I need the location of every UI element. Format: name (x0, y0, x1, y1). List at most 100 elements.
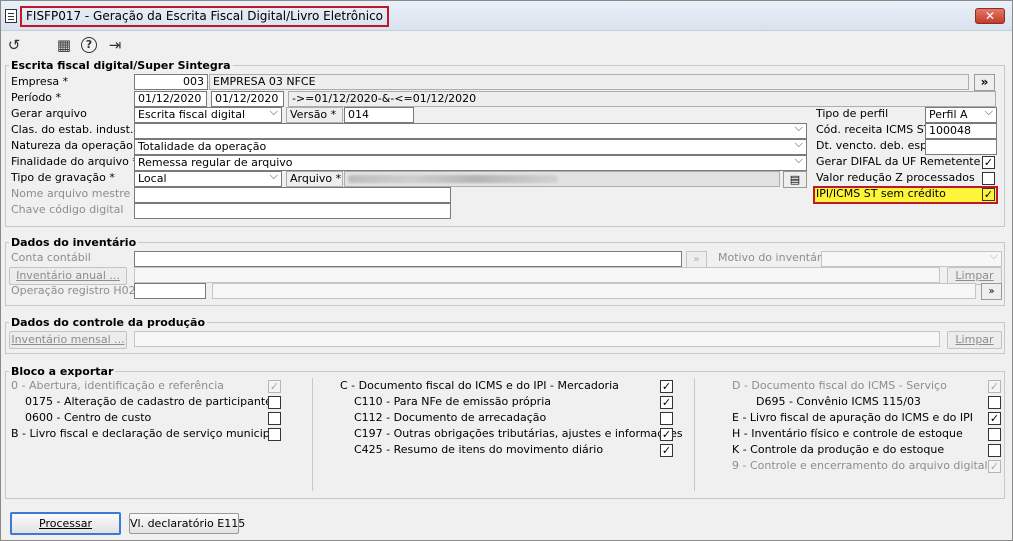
conta-contabil-input[interactable] (134, 251, 682, 267)
empresa-label: Empresa * (11, 75, 69, 88)
dt-vencto-label: Dt. vencto. deb. esp. (816, 139, 931, 152)
bloco-c-label: C - Documento fiscal do ICMS e do IPI - … (340, 379, 619, 392)
ipi-icms-label: IPI/ICMS ST sem crédito (816, 187, 946, 200)
tipo-perfil-label: Tipo de perfil (816, 107, 889, 120)
periodo-from-input[interactable]: 01/12/2020 (134, 91, 207, 107)
gerar-arquivo-select[interactable]: Escrita fiscal digital (134, 107, 282, 123)
valor-reducao-label: Valor redução Z processados (816, 171, 975, 184)
operacao-h020-desc (212, 283, 976, 299)
empresa-code-input[interactable]: 003 (134, 74, 208, 90)
nome-mestre-input[interactable] (134, 187, 451, 203)
processar-button[interactable]: Processar (10, 512, 121, 535)
close-button[interactable]: ✕ (975, 8, 1005, 24)
clas-estab-label: Clas. do estab. indust. (11, 123, 134, 136)
clas-estab-select[interactable] (134, 123, 807, 139)
limpar-inventario-label: Limpar (955, 269, 994, 282)
bloco-c112-label: C112 - Documento de arrecadação (354, 411, 547, 424)
tipo-gravacao-label: Tipo de gravação * (11, 171, 115, 184)
inventario-mensal-button[interactable]: Inventário mensal ... (9, 331, 127, 349)
gerar-difal-label: Gerar DIFAL da UF Remetente (816, 155, 981, 168)
periodo-to-input[interactable]: 01/12/2020 (211, 91, 284, 107)
chave-codigo-input[interactable] (134, 203, 451, 219)
title-bar: FISFP017 - Geração da Escrita Fiscal Dig… (1, 1, 1012, 31)
bloco-c425-label: C425 - Resumo de itens do movimento diár… (354, 443, 604, 456)
bloco-d695-label: D695 - Convênio ICMS 115/03 (756, 395, 921, 408)
finalidade-label: Finalidade do arquivo * (11, 155, 138, 168)
cod-receita-input[interactable]: 100048 (925, 123, 997, 139)
empresa-lookup-button[interactable]: » (974, 74, 995, 91)
browse-file-icon[interactable]: ▤ (783, 171, 807, 188)
bloco-b-checkbox[interactable] (268, 428, 281, 441)
bloco-d695-checkbox[interactable] (988, 396, 1001, 409)
bloco-legend: Bloco a exportar (9, 365, 116, 378)
periodo-label: Período * (11, 91, 62, 104)
bloco-c112-checkbox[interactable] (660, 412, 673, 425)
bloco-h-checkbox[interactable] (988, 428, 1001, 441)
bloco-0600-checkbox[interactable] (268, 412, 281, 425)
producao-legend: Dados do controle da produção (9, 316, 208, 329)
bloco-c110-label: C110 - Para NFe de emissão própria (354, 395, 552, 408)
operacao-h020-input[interactable] (134, 283, 206, 299)
bloco-k-label: K - Controle da produção e do estoque (732, 443, 945, 456)
tipo-gravacao-select[interactable]: Local (134, 171, 282, 187)
ipi-icms-checkbox[interactable]: ✓ (982, 188, 995, 201)
bloco-d-label: D - Documento fiscal do ICMS - Serviço (732, 379, 947, 392)
limpar-producao-button[interactable]: Limpar (947, 331, 1002, 349)
bloco-c197-checkbox[interactable]: ✓ (660, 428, 673, 441)
bloco-9-checkbox[interactable]: ✓ (988, 460, 1001, 473)
undo-icon[interactable]: ↺ (5, 36, 23, 54)
limpar-producao-label: Limpar (955, 333, 994, 346)
bloco-0-checkbox[interactable]: ✓ (268, 380, 281, 393)
bloco-c425-checkbox[interactable]: ✓ (660, 444, 673, 457)
bloco-e-checkbox[interactable]: ✓ (988, 412, 1001, 425)
bloco-0600-label: 0600 - Centro de custo (25, 411, 152, 424)
valor-reducao-checkbox[interactable] (982, 172, 995, 185)
versao-label: Versão * (286, 107, 343, 123)
natureza-select[interactable]: Totalidade da operação (134, 139, 807, 155)
bloco-d-checkbox[interactable]: ✓ (988, 380, 1001, 393)
escrita-legend: Escrita fiscal digital/Super Sintegra (9, 59, 233, 72)
document-icon (5, 9, 17, 23)
empresa-name-field: EMPRESA 03 NFCE (209, 74, 969, 90)
processar-label: Processar (39, 517, 92, 530)
nome-mestre-label: Nome arquivo mestre (11, 187, 131, 200)
vl-declaratorio-label: Vl. declaratório E115 (130, 517, 246, 530)
arquivo-label: Arquivo * (286, 171, 343, 187)
bloco-0175-label: 0175 - Alteração de cadastro de particip… (25, 395, 272, 408)
bloco-c110-checkbox[interactable]: ✓ (660, 396, 673, 409)
versao-input[interactable]: 014 (344, 107, 414, 123)
bloco-0-label: 0 - Abertura, identificação e referência (11, 379, 224, 392)
main-window: FISFP017 - Geração da Escrita Fiscal Dig… (0, 0, 1013, 541)
bloco-0175-checkbox[interactable] (268, 396, 281, 409)
bloco-9-label: 9 - Controle e encerramento do arquivo d… (732, 459, 988, 472)
calendar-icon[interactable]: ▦ (55, 36, 73, 54)
bloco-divider-2 (694, 378, 695, 491)
operacao-lookup-button[interactable]: » (981, 283, 1002, 300)
inventario-legend: Dados do inventário (9, 236, 139, 249)
gerar-difal-checkbox[interactable]: ✓ (982, 156, 995, 169)
dt-vencto-input[interactable] (925, 139, 997, 155)
chave-codigo-label: Chave código digital (11, 203, 124, 216)
cod-receita-label: Cód. receita ICMS ST (816, 123, 931, 136)
finalidade-select[interactable]: Remessa regular de arquivo (134, 155, 807, 171)
inventario-mensal-field (134, 331, 940, 347)
inventario-anual-field (134, 267, 940, 283)
tipo-perfil-select[interactable]: Perfil A (925, 107, 997, 123)
inventario-anual-button[interactable]: Inventário anual ... (9, 267, 127, 285)
bloco-b-label: B - Livro fiscal e declaração de serviço… (11, 427, 280, 440)
exit-icon[interactable]: ⇥ (106, 36, 124, 54)
bloco-c197-label: C197 - Outras obrigações tributárias, aj… (354, 427, 683, 440)
natureza-label: Natureza da operação * (11, 139, 142, 152)
bloco-divider-1 (312, 378, 313, 491)
inventario-mensal-label: Inventário mensal ... (11, 333, 125, 346)
help-icon[interactable]: ? (81, 37, 97, 53)
operacao-h020-label: Operação registro H020 (11, 284, 143, 297)
bloco-k-checkbox[interactable] (988, 444, 1001, 457)
motivo-select[interactable] (821, 251, 1002, 267)
conta-lookup-button[interactable]: » (686, 251, 707, 268)
bloco-h-label: H - Inventário físico e controle de esto… (732, 427, 963, 440)
motivo-label: Motivo do inventário (718, 251, 832, 264)
inventario-anual-label: Inventário anual ... (16, 269, 120, 282)
bloco-c-checkbox[interactable]: ✓ (660, 380, 673, 393)
vl-declaratorio-button[interactable]: Vl. declaratório E115 (129, 513, 245, 534)
